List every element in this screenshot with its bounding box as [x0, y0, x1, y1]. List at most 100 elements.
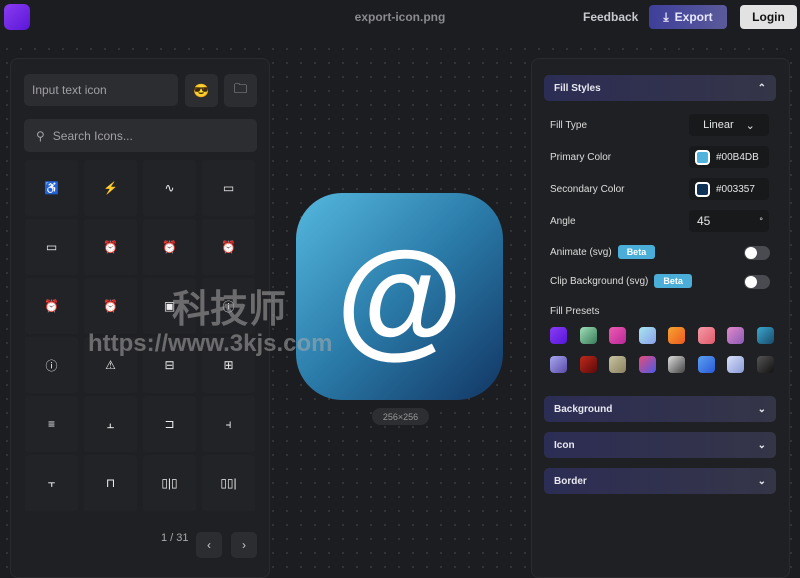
- icon-cell-alarm-plus[interactable]: ⏰: [84, 278, 137, 334]
- align-center-vertical-icon: ⊞: [223, 358, 234, 372]
- chevron-down-icon: ⌄: [745, 119, 755, 132]
- album-icon: ▣: [163, 299, 176, 313]
- border-title: Border: [554, 475, 587, 487]
- fill-preset-5[interactable]: [668, 327, 685, 344]
- align-center-icon: ≡: [47, 417, 55, 431]
- primary-color-swatch[interactable]: [695, 149, 710, 165]
- icon-cell-alarm-clock[interactable]: ⏰: [202, 219, 255, 275]
- fill-preset-16[interactable]: [756, 356, 774, 373]
- icon-cell-accessible[interactable]: ♿: [25, 160, 78, 216]
- login-button[interactable]: Login: [740, 5, 797, 29]
- angle-input[interactable]: 45 °: [689, 210, 769, 232]
- icon-cell-align-center-vertical[interactable]: ⊞: [202, 337, 255, 393]
- alarm-minus-icon: ⏰: [44, 299, 59, 313]
- air-conditioning-icon: ▭: [222, 181, 235, 195]
- fill-preset-4[interactable]: [638, 327, 656, 344]
- align-horizontal-distribute-start-icon: ⊓: [105, 476, 116, 490]
- fill-presets-label: Fill Presets: [550, 306, 600, 317]
- fill-preset-2[interactable]: [579, 327, 597, 344]
- icon-cell-align-horizontal-distribute-center[interactable]: ⫞: [202, 396, 255, 452]
- chevron-down-icon: ⌄: [757, 439, 766, 451]
- clip-background-toggle[interactable]: [744, 275, 770, 289]
- clip-background-label: Clip Background (svg): [550, 276, 649, 287]
- emoji-button[interactable]: 😎: [185, 74, 218, 107]
- icon-cell-album[interactable]: ▣: [143, 278, 196, 334]
- alert-circle-icon: ⓘ: [222, 299, 235, 314]
- border-section[interactable]: Border ⌄: [544, 468, 776, 494]
- beta-badge: Beta: [617, 245, 656, 259]
- alarm-check-icon: ⏰: [103, 240, 118, 254]
- icon-cell-alarm-minus[interactable]: ⏰: [25, 278, 78, 334]
- fill-type-select[interactable]: Linear ⌄: [689, 114, 769, 136]
- fill-type-label: Fill Type: [550, 120, 588, 131]
- upload-folder-button[interactable]: 🗀: [224, 74, 257, 107]
- icon-cell-alarm-check[interactable]: ⏰: [84, 219, 137, 275]
- icon-cell-activity-square[interactable]: ⚡: [84, 160, 137, 216]
- fill-preset-13[interactable]: [668, 356, 685, 373]
- fill-preset-6[interactable]: [697, 327, 715, 344]
- search-input[interactable]: ⚲ Search Icons...: [24, 119, 257, 152]
- fill-preset-15[interactable]: [727, 356, 744, 373]
- icon-cell-align-end-horizontal[interactable]: ⫠: [84, 396, 137, 452]
- align-horizontal-distribute-center-icon: ⫞: [225, 416, 232, 431]
- icon-preview: @: [296, 193, 503, 400]
- icon-cell-air-conditioning[interactable]: ▭: [202, 160, 255, 216]
- secondary-color-value: #003357: [716, 183, 755, 195]
- alarm-clock-off-icon: ⏰: [162, 240, 177, 254]
- icon-cell-align-horizontal-justify-end[interactable]: ▯▯|: [202, 455, 255, 511]
- fill-preset-3[interactable]: [609, 327, 626, 344]
- background-section[interactable]: Background ⌄: [544, 396, 776, 422]
- icon-cell-align-horizontal-distribute-start[interactable]: ⊓: [84, 455, 137, 511]
- secondary-color-swatch[interactable]: [695, 181, 710, 197]
- align-horizontal-distribute-end-icon: ⫟: [47, 475, 56, 490]
- icon-cell-alert-triangle[interactable]: ⚠: [84, 337, 137, 393]
- alarm-plus-icon: ⏰: [103, 299, 118, 313]
- secondary-color-picker[interactable]: #003357: [689, 178, 769, 200]
- animate-row: Animate (svg) Beta: [550, 245, 656, 259]
- text-icon-input[interactable]: Input text icon: [24, 74, 178, 106]
- settings-panel: Fill Styles ⌃ Fill Type Linear ⌄ Primary C…: [531, 58, 790, 578]
- primary-color-picker[interactable]: #00B4DB: [689, 146, 769, 168]
- icon-cell-align-center-horizontal[interactable]: ⊟: [143, 337, 196, 393]
- chevron-down-icon: ⌄: [757, 475, 766, 487]
- fill-preset-9[interactable]: [550, 356, 567, 373]
- icon-cell-activity[interactable]: ∿: [143, 160, 196, 216]
- fill-preset-12[interactable]: [638, 356, 656, 373]
- icon-section[interactable]: Icon ⌄: [544, 432, 776, 458]
- icon-title: Icon: [554, 439, 575, 451]
- icon-cell-align-end-vertical[interactable]: ⊐: [143, 396, 196, 452]
- background-title: Background: [554, 403, 613, 415]
- fill-preset-10[interactable]: [579, 356, 597, 373]
- align-center-horizontal-icon: ⊟: [164, 358, 175, 372]
- beta-badge: Beta: [654, 274, 692, 288]
- primary-color-label: Primary Color: [550, 152, 612, 163]
- icon-cell-alert-octagon[interactable]: ⓘ: [25, 337, 78, 393]
- export-button[interactable]: ⤓ Export: [649, 5, 727, 29]
- icon-cell-align-horizontal-distribute-end[interactable]: ⫟: [25, 455, 78, 511]
- top-bar: export-icon.png Feedback ⤓ Export Login: [0, 0, 800, 36]
- align-end-vertical-icon: ⊐: [164, 417, 175, 431]
- fill-preset-1[interactable]: [550, 327, 567, 344]
- next-page-button[interactable]: ›: [231, 532, 257, 558]
- icon-cell-alert-circle[interactable]: ⓘ: [202, 278, 255, 334]
- alert-octagon-icon: ⓘ: [45, 358, 58, 373]
- fill-preset-11[interactable]: [609, 356, 626, 373]
- fill-type-value: Linear: [703, 119, 734, 131]
- align-end-horizontal-icon: ⫠: [106, 416, 115, 431]
- folder-plus-icon: 🗀: [233, 80, 247, 96]
- degree-unit: °: [759, 216, 763, 226]
- prev-page-button[interactable]: ‹: [196, 532, 222, 558]
- fill-styles-header[interactable]: Fill Styles ⌃: [544, 75, 776, 101]
- export-label: Export: [674, 10, 713, 24]
- fill-preset-8[interactable]: [756, 327, 774, 344]
- icon-cell-align-horizontal-justify-center[interactable]: ▯|▯: [143, 455, 196, 511]
- icon-cell-airplay[interactable]: ▭: [25, 219, 78, 275]
- icon-cell-align-center[interactable]: ≡: [25, 396, 78, 452]
- feedback-link[interactable]: Feedback: [583, 10, 638, 24]
- fill-preset-14[interactable]: [697, 356, 715, 373]
- animate-toggle[interactable]: [744, 246, 770, 260]
- fill-preset-7[interactable]: [727, 327, 744, 344]
- icon-cell-alarm-clock-off[interactable]: ⏰: [143, 219, 196, 275]
- chevron-down-icon: ⌄: [757, 403, 766, 415]
- size-badge: 256×256: [372, 408, 429, 425]
